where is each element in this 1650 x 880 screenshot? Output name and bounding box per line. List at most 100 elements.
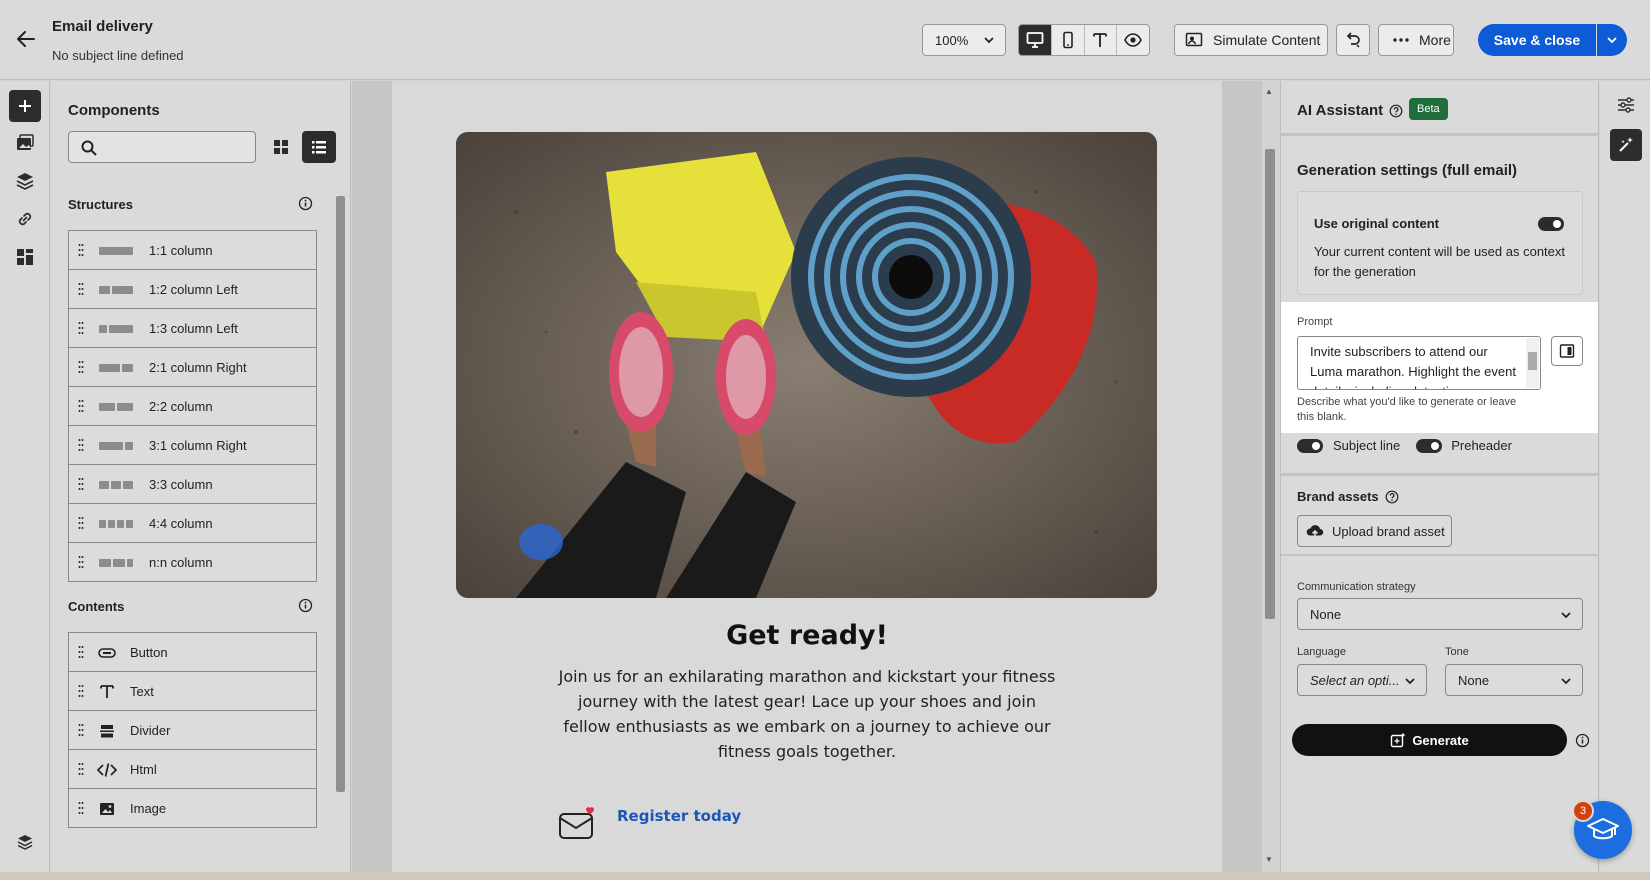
structure-item[interactable]: 3:3 column bbox=[68, 464, 317, 504]
content-label: Text bbox=[130, 684, 154, 699]
email-headline[interactable]: Get ready! bbox=[392, 620, 1222, 651]
links-button[interactable] bbox=[9, 203, 41, 235]
strategy-value: None bbox=[1310, 606, 1342, 622]
save-close-button[interactable]: Save & close bbox=[1478, 24, 1596, 56]
chevron-down-icon bbox=[1607, 37, 1617, 44]
settings-button[interactable] bbox=[1610, 89, 1642, 121]
structure-item[interactable]: 4:4 column bbox=[68, 503, 317, 543]
drag-handle-icon[interactable] bbox=[78, 477, 84, 494]
drag-handle-icon[interactable] bbox=[78, 243, 84, 260]
structure-item[interactable]: 1:1 column bbox=[68, 230, 317, 270]
scroll-down-icon[interactable]: ▼ bbox=[1265, 855, 1273, 864]
layers-tree-icon bbox=[17, 835, 33, 850]
drag-handle-icon[interactable] bbox=[78, 282, 84, 299]
content-label: Html bbox=[130, 762, 157, 777]
tone-select[interactable]: None bbox=[1445, 664, 1583, 696]
divider bbox=[1281, 473, 1598, 476]
subject-line-toggle[interactable] bbox=[1297, 438, 1323, 453]
drag-handle-icon[interactable] bbox=[78, 723, 84, 740]
email-body-text[interactable]: Join us for an exhilarating marathon and… bbox=[552, 664, 1062, 764]
language-select[interactable]: Select an opti... bbox=[1297, 664, 1427, 696]
canvas-scrollbar[interactable]: ▲ ▼ bbox=[1262, 81, 1278, 872]
tone-value: None bbox=[1458, 672, 1490, 688]
generate-icon bbox=[1391, 732, 1406, 748]
zoom-value: 100% bbox=[935, 32, 969, 48]
scroll-up-icon[interactable]: ▲ bbox=[1265, 87, 1273, 96]
undo-icon bbox=[1346, 32, 1360, 48]
prompt-scrollbar[interactable] bbox=[1526, 338, 1539, 388]
drag-handle-icon[interactable] bbox=[78, 360, 84, 377]
subject-line-status: No subject line defined bbox=[52, 48, 184, 63]
prompt-library-button[interactable] bbox=[1551, 336, 1583, 366]
navigation-tree-button[interactable] bbox=[9, 826, 41, 858]
info-icon[interactable] bbox=[298, 598, 313, 616]
scrollbar-thumb[interactable] bbox=[1265, 149, 1275, 619]
structures-title: Structures bbox=[68, 197, 134, 212]
button-icon bbox=[97, 643, 117, 663]
register-link[interactable]: Register today bbox=[617, 807, 741, 825]
add-components-button[interactable] bbox=[9, 90, 41, 122]
components-scrollbar[interactable] bbox=[334, 182, 346, 872]
upload-brand-asset-button[interactable]: Upload brand asset bbox=[1297, 515, 1452, 547]
scrollbar-thumb[interactable] bbox=[336, 196, 345, 792]
content-item[interactable]: Html bbox=[68, 749, 317, 789]
generate-button[interactable]: Generate bbox=[1292, 724, 1567, 756]
mobile-view-button[interactable] bbox=[1052, 25, 1085, 55]
drag-handle-icon[interactable] bbox=[78, 555, 84, 572]
structure-item[interactable]: 1:2 column Left bbox=[68, 269, 317, 309]
text-view-button[interactable] bbox=[1085, 25, 1118, 55]
email-body: Get ready! Join us for an exhilarating m… bbox=[392, 81, 1222, 872]
component-search-input[interactable] bbox=[68, 131, 256, 163]
communication-strategy-select[interactable]: None bbox=[1297, 598, 1583, 630]
help-icon[interactable] bbox=[1385, 490, 1399, 504]
drag-handle-icon[interactable] bbox=[78, 438, 84, 455]
zoom-select[interactable]: 100% bbox=[922, 24, 1006, 56]
save-options-button[interactable] bbox=[1597, 24, 1627, 56]
eye-icon bbox=[1124, 33, 1143, 47]
back-arrow-icon[interactable] bbox=[14, 27, 38, 51]
structure-label: 1:3 column Left bbox=[149, 321, 238, 336]
content-item[interactable]: Divider bbox=[68, 710, 317, 750]
fragments-button[interactable] bbox=[9, 241, 41, 273]
image-icon bbox=[97, 799, 117, 819]
brand-assets-header: Brand assets bbox=[1297, 489, 1399, 504]
column-layout-icon bbox=[99, 245, 133, 257]
mobile-icon bbox=[1062, 31, 1073, 49]
grid-view-button[interactable] bbox=[267, 133, 295, 161]
structure-item[interactable]: 2:2 column bbox=[68, 386, 317, 426]
help-icon[interactable] bbox=[1389, 104, 1403, 118]
more-button[interactable]: More bbox=[1378, 24, 1454, 56]
layers-button[interactable] bbox=[9, 165, 41, 197]
structure-item[interactable]: 1:3 column Left bbox=[68, 308, 317, 348]
drag-handle-icon[interactable] bbox=[78, 399, 84, 416]
drag-handle-icon[interactable] bbox=[78, 321, 84, 338]
structure-item[interactable]: n:n column bbox=[68, 542, 317, 582]
simulate-content-button[interactable]: Simulate Content bbox=[1174, 24, 1328, 56]
drag-handle-icon[interactable] bbox=[78, 762, 84, 779]
content-item[interactable]: Button bbox=[68, 632, 317, 672]
structure-item[interactable]: 3:1 column Right bbox=[68, 425, 317, 465]
hero-image[interactable] bbox=[456, 132, 1157, 598]
desktop-view-button[interactable] bbox=[1019, 25, 1052, 55]
drag-handle-icon[interactable] bbox=[78, 645, 84, 662]
use-original-toggle[interactable] bbox=[1538, 217, 1564, 231]
info-icon[interactable] bbox=[1575, 733, 1590, 751]
preheader-toggle[interactable] bbox=[1416, 438, 1443, 453]
drag-handle-icon[interactable] bbox=[78, 801, 84, 818]
search-icon bbox=[80, 139, 98, 160]
drag-handle-icon[interactable] bbox=[78, 516, 84, 533]
chevron-down-icon bbox=[1404, 675, 1416, 690]
assets-button[interactable] bbox=[9, 127, 41, 159]
prompt-help-text: Describe what you'd like to generate or … bbox=[1297, 396, 1517, 423]
preview-button[interactable] bbox=[1117, 25, 1149, 55]
undo-button[interactable] bbox=[1336, 24, 1370, 56]
content-item[interactable]: Image bbox=[68, 788, 317, 828]
ai-assistant-button[interactable] bbox=[1610, 129, 1642, 161]
prompt-textarea[interactable]: Invite subscribers to attend our Luma ma… bbox=[1297, 336, 1541, 390]
drag-handle-icon[interactable] bbox=[78, 684, 84, 701]
content-item[interactable]: Text bbox=[68, 671, 317, 711]
structure-item[interactable]: 2:1 column Right bbox=[68, 347, 317, 387]
info-icon[interactable] bbox=[298, 196, 313, 214]
list-view-button[interactable] bbox=[302, 131, 336, 163]
more-icon bbox=[1393, 38, 1409, 42]
